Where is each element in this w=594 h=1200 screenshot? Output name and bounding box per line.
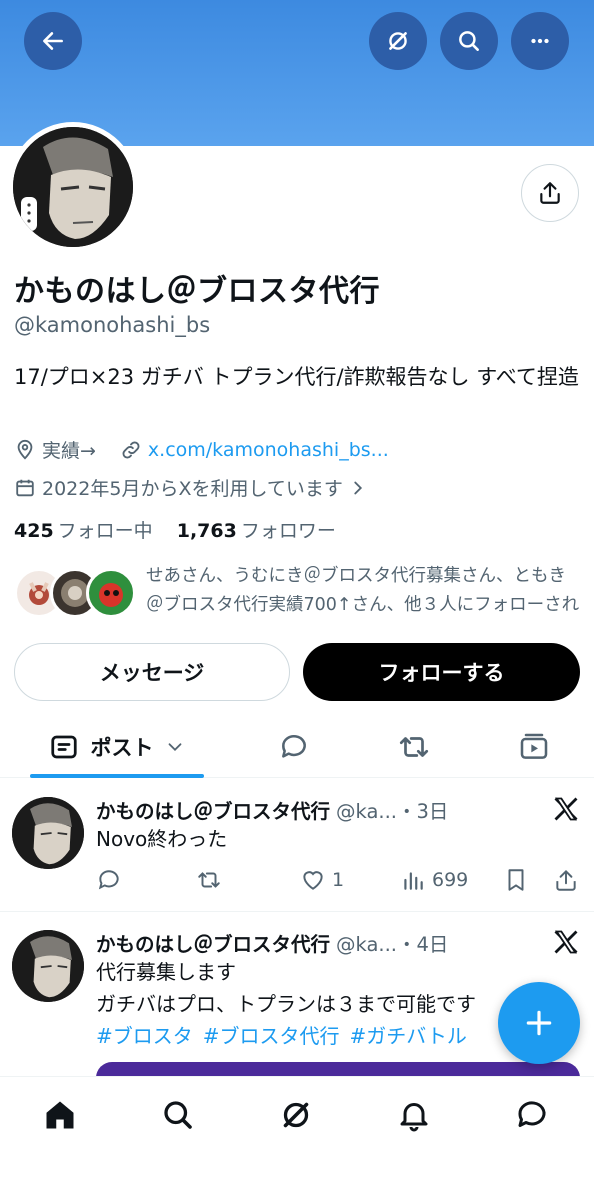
heart-icon (303, 871, 323, 890)
calendar-icon (16, 479, 34, 496)
share-icon (540, 182, 560, 204)
home-icon (46, 1101, 74, 1129)
plus-icon (526, 1010, 552, 1036)
post-author[interactable]: かものはし＠ブロスタ代行 (96, 800, 330, 823)
post-hashtags: #ブロスタ #ブロスタ代行 #ガチバトル (96, 1020, 477, 1052)
share-button[interactable] (521, 164, 579, 222)
hashtag-link[interactable]: #ブロスタ代行 (203, 1024, 340, 1048)
follower-avatar (86, 568, 136, 618)
chevron-down-icon (168, 743, 181, 752)
location-text: 実績→ (42, 440, 96, 462)
display-name: かものはし＠ブロスタ代行 (14, 274, 380, 309)
video-icon (520, 733, 548, 759)
x-logo-icon (554, 930, 578, 954)
profile-meta-row: 実績→ x.com/kamonohashi_bs... (14, 436, 389, 463)
joined-text: 2022年5月からXを利用しています (42, 478, 343, 500)
active-tab-indicator (30, 774, 204, 778)
post-item[interactable]: かものはし＠ブロスタ代行 @ka...・3日 Novo終わった 1 699 (0, 779, 594, 912)
nav-search[interactable] (160, 1097, 196, 1133)
profile-bio: 17/プロ×23 ガチバ トプラン代行/詐欺報告なし すべて捏造 (14, 365, 579, 389)
tab-reposts[interactable] (384, 716, 444, 778)
tab-posts[interactable]: ポスト (30, 716, 204, 778)
post-header: かものはし＠ブロスタ代行 @ka...・3日 (96, 795, 448, 824)
follow-counts: 425 フォロー中 1,763 フォロワー (14, 516, 336, 543)
bookmark-icon (508, 869, 524, 891)
following-label: フォロー中 (57, 520, 153, 542)
posts-icon (50, 735, 77, 759)
compose-button[interactable] (498, 982, 580, 1064)
followers-label: フォロワー (240, 520, 336, 542)
nav-home[interactable] (42, 1097, 78, 1133)
chevron-right-icon (354, 481, 362, 494)
share-action[interactable] (553, 867, 585, 893)
bottom-navigation (0, 1076, 594, 1200)
grok-button[interactable] (369, 12, 427, 70)
search-icon (459, 31, 479, 51)
post-meta: @ka...・3日 (336, 800, 449, 823)
more-icon (531, 38, 549, 44)
follow-button[interactable]: フォローする (303, 643, 580, 701)
link-icon (122, 441, 140, 458)
views-icon (404, 872, 423, 890)
followers-link[interactable]: 1,763 フォロワー (177, 520, 336, 542)
post-text: ガチバはプロ、トプランは３まで可能です (96, 992, 476, 1016)
reply-icon (98, 870, 119, 890)
post-author[interactable]: かものはし＠ブロスタ代行 (96, 933, 330, 956)
repost-action[interactable] (196, 867, 228, 893)
notifications-icon (400, 1103, 428, 1132)
messages-icon (518, 1101, 546, 1127)
followers-count: 1,763 (176, 520, 237, 542)
post-avatar[interactable] (12, 930, 84, 1002)
repost-icon (198, 872, 220, 888)
views-count: 699 (432, 869, 469, 891)
search-button[interactable] (440, 12, 498, 70)
search-icon (164, 1101, 192, 1129)
nav-notifications[interactable] (396, 1097, 432, 1133)
reply-action[interactable] (96, 867, 128, 893)
hashtag-link[interactable]: #ブロスタ (96, 1024, 193, 1048)
message-button[interactable]: メッセージ (14, 643, 290, 701)
profile-tabs: ポスト (0, 716, 594, 778)
user-handle: @kamonohashi_bs (14, 313, 211, 337)
reply-icon (282, 735, 306, 758)
repost-icon (399, 737, 429, 757)
like-count: 1 (332, 869, 345, 891)
post-text: Novo終わった (96, 827, 228, 851)
post-media[interactable] (96, 1062, 580, 1076)
post-meta: @ka...・4日 (336, 933, 449, 956)
post-avatar[interactable] (12, 797, 84, 869)
tab-replies[interactable] (264, 716, 324, 778)
bookmark-action[interactable] (503, 867, 535, 893)
post-text: 代行募集します (96, 960, 236, 984)
avatar-image (13, 127, 133, 247)
tab-media[interactable] (504, 716, 564, 778)
following-link[interactable]: 425 フォロー中 (14, 520, 153, 542)
like-action[interactable]: 1 (300, 867, 344, 893)
nav-messages[interactable] (514, 1097, 550, 1133)
post-item[interactable]: かものはし＠ブロスタ代行 @ka...・4日 代行募集します ガチバはプロ、トプラ… (0, 912, 594, 1076)
grok-icon (389, 32, 407, 50)
nav-grok[interactable] (278, 1097, 314, 1133)
back-arrow-icon (43, 32, 63, 50)
profile-link[interactable]: x.com/kamonohashi_bs... (148, 439, 389, 461)
views-action[interactable]: 699 (400, 867, 468, 893)
back-button[interactable] (24, 12, 82, 70)
tab-posts-label: ポスト (90, 736, 154, 760)
location-icon (17, 439, 33, 460)
more-button[interactable] (511, 12, 569, 70)
joined-row[interactable]: 2022年5月からXを利用しています (14, 474, 375, 501)
profile-avatar[interactable] (8, 122, 138, 252)
hashtag-link[interactable]: #ガチバトル (350, 1024, 467, 1048)
x-logo-icon (554, 797, 578, 821)
grok-icon (283, 1102, 309, 1128)
followed-by-text[interactable]: せあさん、うむにき＠ブロスタ代行募集さん、ともき＠ブロスタ代行実績700↑さん、… (146, 562, 582, 620)
share-icon (556, 869, 576, 891)
post-header: かものはし＠ブロスタ代行 @ka...・4日 (96, 928, 448, 957)
following-count: 425 (14, 520, 54, 542)
